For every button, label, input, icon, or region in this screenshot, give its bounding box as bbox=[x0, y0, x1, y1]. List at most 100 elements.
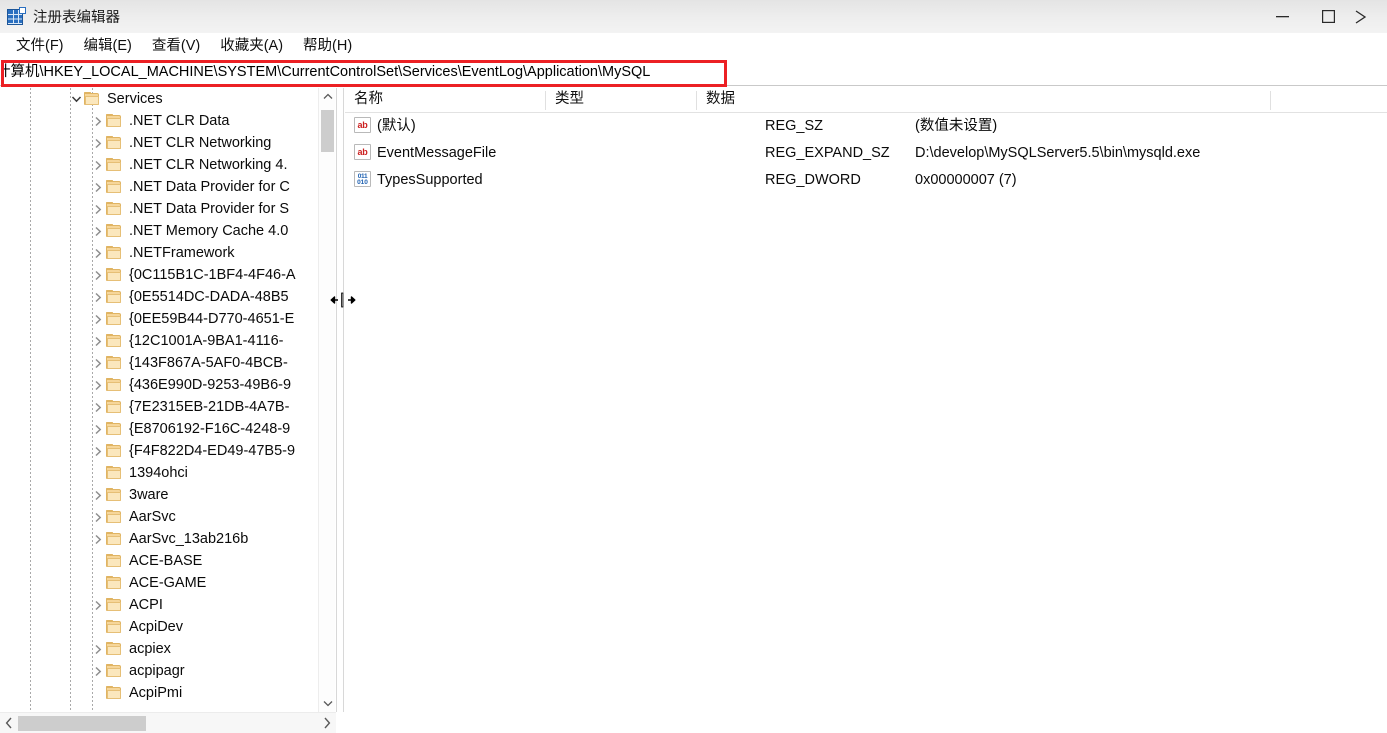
value-type-cell: REG_SZ bbox=[765, 118, 824, 134]
chevron-right-icon[interactable] bbox=[90, 154, 106, 176]
chevron-left-icon[interactable] bbox=[0, 713, 18, 733]
chevron-right-icon[interactable] bbox=[90, 374, 106, 396]
folder-icon bbox=[84, 92, 100, 106]
title-bar-left: 注册表编辑器 bbox=[0, 6, 120, 27]
chevron-right-icon[interactable] bbox=[90, 660, 106, 682]
chevron-right-icon[interactable] bbox=[90, 352, 106, 374]
value-name-text: EventMessageFile bbox=[377, 145, 497, 161]
folder-icon bbox=[106, 268, 122, 282]
tree-item-label: ACE-GAME bbox=[129, 575, 207, 591]
tree-item[interactable]: .NET Data Provider for S bbox=[0, 198, 318, 220]
tree-item-label: .NETFramework bbox=[129, 245, 235, 261]
folder-icon bbox=[106, 422, 122, 436]
dword-value-icon: 011 010 bbox=[354, 171, 371, 187]
tree-item[interactable]: {0C115B1C-1BF4-4F46-A bbox=[0, 264, 318, 286]
tree-item[interactable]: AarSvc bbox=[0, 506, 318, 528]
tree-item[interactable]: acpiex bbox=[0, 638, 318, 660]
tree-item[interactable]: {0EE59B44-D770-4651-E bbox=[0, 308, 318, 330]
folder-icon bbox=[106, 334, 122, 348]
chevron-right-icon[interactable] bbox=[90, 132, 106, 154]
tree-vscroll-thumb[interactable] bbox=[321, 110, 334, 152]
tree-item[interactable]: .NET CLR Data bbox=[0, 110, 318, 132]
chevron-right-icon[interactable] bbox=[90, 418, 106, 440]
chevron-right-icon[interactable] bbox=[90, 396, 106, 418]
tree-item[interactable]: {7E2315EB-21DB-4A7B- bbox=[0, 396, 318, 418]
tree-item[interactable]: {E8706192-F16C-4248-9 bbox=[0, 418, 318, 440]
tree-item-label: .NET CLR Data bbox=[129, 113, 230, 129]
registry-key-tree[interactable]: Services .NET CLR Data .NET CLR Networking… bbox=[0, 88, 318, 712]
column-header-type[interactable]: 类型 bbox=[546, 88, 696, 112]
folder-icon bbox=[106, 400, 122, 414]
chevron-right-icon[interactable] bbox=[90, 198, 106, 220]
value-name-cell: ab (默认) bbox=[345, 113, 554, 140]
folder-icon bbox=[106, 686, 122, 700]
close-button[interactable] bbox=[1351, 0, 1387, 33]
tree-item[interactable]: {436E990D-9253-49B6-9 bbox=[0, 374, 318, 396]
tree-item[interactable]: ACE-GAME bbox=[0, 572, 318, 594]
chevron-right-icon[interactable] bbox=[90, 330, 106, 352]
folder-icon bbox=[106, 576, 122, 590]
chevron-down-icon[interactable] bbox=[319, 695, 336, 712]
tree-item-label: acpipagr bbox=[129, 663, 185, 679]
menu-file[interactable]: 文件(F) bbox=[6, 35, 74, 58]
chevron-right-icon[interactable] bbox=[90, 528, 106, 550]
menu-edit[interactable]: 编辑(E) bbox=[74, 35, 142, 58]
value-row[interactable]: ab EventMessageFile REG_EXPAND_SZ D:\develo… bbox=[345, 140, 1387, 167]
tree-item-label: acpiex bbox=[129, 641, 171, 657]
tree-item-label: Services bbox=[107, 91, 163, 107]
tree-item[interactable]: ACPI bbox=[0, 594, 318, 616]
tree-item[interactable]: AarSvc_13ab216b bbox=[0, 528, 318, 550]
column-header-data[interactable]: 数据 bbox=[697, 88, 1270, 112]
chevron-right-icon[interactable] bbox=[318, 713, 336, 733]
tree-hscroll-track[interactable] bbox=[146, 713, 318, 733]
menu-view[interactable]: 查看(V) bbox=[142, 35, 210, 58]
minimize-button[interactable] bbox=[1259, 0, 1305, 33]
chevron-right-icon[interactable] bbox=[90, 308, 106, 330]
tree-item[interactable]: {F4F822D4-ED49-47B5-9 bbox=[0, 440, 318, 462]
chevron-right-icon[interactable] bbox=[90, 264, 106, 286]
tree-item[interactable]: {0E5514DC-DADA-48B5 bbox=[0, 286, 318, 308]
registry-path-input[interactable] bbox=[0, 59, 1387, 86]
tree-item[interactable]: .NET Data Provider for C bbox=[0, 176, 318, 198]
folder-icon bbox=[106, 158, 122, 172]
tree-item[interactable]: .NET CLR Networking 4. bbox=[0, 154, 318, 176]
tree-item[interactable]: .NET Memory Cache 4.0 bbox=[0, 220, 318, 242]
chevron-right-icon[interactable] bbox=[90, 220, 106, 242]
maximize-button[interactable] bbox=[1305, 0, 1351, 33]
value-name-text: TypesSupported bbox=[377, 172, 483, 188]
chevron-up-icon[interactable] bbox=[319, 88, 336, 105]
chevron-right-icon[interactable] bbox=[90, 440, 106, 462]
chevron-right-icon[interactable] bbox=[90, 242, 106, 264]
tree-vertical-scrollbar[interactable] bbox=[318, 88, 335, 712]
tree-item[interactable]: {12C1001A-9BA1-4116- bbox=[0, 330, 318, 352]
tree-item[interactable]: AcpiDev bbox=[0, 616, 318, 638]
tree-item[interactable]: acpipagr bbox=[0, 660, 318, 682]
column-header-name[interactable]: 名称 bbox=[345, 88, 545, 112]
chevron-right-icon[interactable] bbox=[90, 638, 106, 660]
chevron-right-icon[interactable] bbox=[90, 286, 106, 308]
registry-grid-icon bbox=[7, 6, 26, 26]
tree-item[interactable]: 1394ohci bbox=[0, 462, 318, 484]
chevron-right-icon[interactable] bbox=[90, 110, 106, 132]
tree-item[interactable]: AcpiPmi bbox=[0, 682, 318, 704]
chevron-right-icon[interactable] bbox=[90, 594, 106, 616]
menu-help[interactable]: 帮助(H) bbox=[293, 35, 362, 58]
tree-item[interactable]: ACE-BASE bbox=[0, 550, 318, 572]
menu-favorites[interactable]: 收藏夹(A) bbox=[210, 35, 293, 58]
tree-item[interactable]: .NETFramework bbox=[0, 242, 318, 264]
chevron-down-icon[interactable] bbox=[68, 88, 84, 110]
tree-horizontal-scrollbar[interactable] bbox=[0, 712, 336, 733]
tree-hscroll-thumb[interactable] bbox=[18, 716, 146, 731]
chevron-right-icon[interactable] bbox=[90, 484, 106, 506]
tree-item-label: .NET Memory Cache 4.0 bbox=[129, 223, 289, 239]
pane-splitter[interactable] bbox=[336, 88, 344, 712]
chevron-right-icon[interactable] bbox=[90, 506, 106, 528]
folder-icon bbox=[106, 378, 122, 392]
value-row[interactable]: ab (默认) REG_SZ (数值未设置) bbox=[345, 113, 1387, 140]
tree-item[interactable]: 3ware bbox=[0, 484, 318, 506]
tree-item[interactable]: Services bbox=[0, 88, 318, 110]
chevron-right-icon[interactable] bbox=[90, 176, 106, 198]
tree-item[interactable]: {143F867A-5AF0-4BCB- bbox=[0, 352, 318, 374]
tree-item[interactable]: .NET CLR Networking bbox=[0, 132, 318, 154]
value-row[interactable]: 011 010 TypesSupported REG_DWORD 0x00000007 … bbox=[345, 167, 1387, 194]
